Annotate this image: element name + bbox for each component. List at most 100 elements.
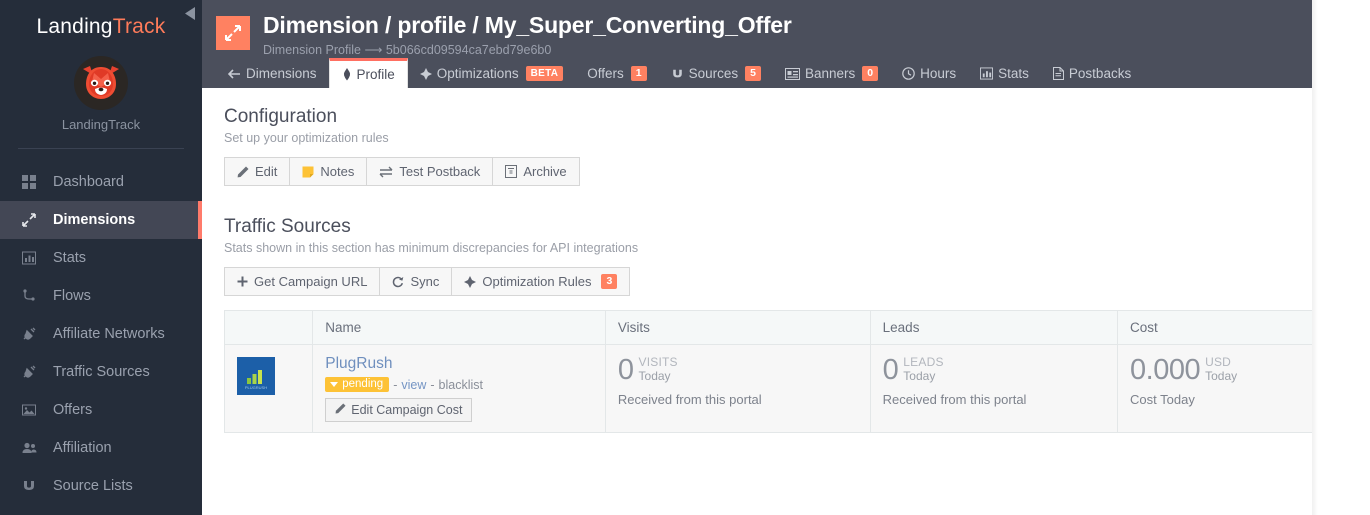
cost-units: USD Today — [1205, 355, 1237, 384]
pencil-icon — [335, 403, 346, 417]
tab-dimensions[interactable]: Dimensions — [216, 59, 329, 88]
table-header-row: Name Visits Leads Cost Earnings — [223, 310, 1370, 345]
content-area: Configuration Set up your optimization r… — [202, 88, 1370, 433]
breadcrumb-label: Dimension Profile — [263, 43, 361, 57]
sidebar-item-label: Flows — [53, 288, 91, 304]
test-postback-button[interactable]: Test Postback — [366, 157, 494, 186]
tab-bar: Dimensions Profile Optimizations BETA Of… — [216, 58, 1370, 88]
refresh-icon — [392, 276, 404, 288]
grid-icon — [22, 175, 44, 189]
table-body: PLUGRUSH PlugRush pending - view - black… — [223, 344, 1370, 433]
sidebar-item-offers[interactable]: Offers — [0, 391, 202, 429]
visits-caption: Received from this portal — [617, 392, 762, 407]
app-root: LandingTrack LandingTrack Dashboard Dime… — [0, 0, 1370, 515]
magnet-icon — [671, 68, 684, 80]
leads-units: LEADS Today — [903, 355, 944, 384]
plus-icon — [237, 276, 248, 287]
section-title-traffic-sources: Traffic Sources — [224, 216, 351, 237]
sidebar-item-affiliate-networks[interactable]: Affiliate Networks — [0, 315, 202, 353]
button-label: Edit — [255, 164, 278, 179]
tab-profile[interactable]: Profile — [328, 58, 408, 88]
tab-hours[interactable]: Hours — [890, 59, 968, 88]
cell-leads: 0 LEADS Today Received from this portal — [870, 344, 1119, 433]
visits-value: 0 — [617, 354, 634, 386]
button-label: Edit Campaign Cost — [351, 403, 463, 417]
chevron-down-icon — [330, 381, 339, 387]
view-link[interactable]: view — [401, 378, 426, 392]
sidebar-item-dashboard[interactable]: Dashboard — [0, 163, 202, 201]
file-icon — [1052, 67, 1064, 80]
leads-stat: 0 LEADS Today — [883, 355, 1105, 385]
cell-logo: PLUGRUSH — [223, 344, 314, 433]
tab-badge-count: 0 — [862, 66, 879, 81]
cost-currency-label: USD — [1205, 355, 1232, 369]
brand-first: Landing — [36, 15, 113, 38]
tab-banners[interactable]: Banners 0 — [773, 59, 890, 88]
column-header-leads[interactable]: Leads — [870, 310, 1119, 345]
sidebar-item-flows[interactable]: Flows — [0, 277, 202, 315]
pencil-icon — [237, 166, 249, 178]
sidebar-item-affiliation[interactable]: Affiliation — [0, 429, 202, 467]
column-header-name[interactable]: Name — [312, 310, 606, 345]
id-card-icon — [785, 67, 800, 80]
sticky-note-icon — [302, 166, 314, 178]
section-subtitle-configuration: Set up your optimization rules — [224, 131, 389, 145]
cell-visits: 0 VISITS Today Received from this portal — [605, 344, 871, 433]
branch-icon — [22, 289, 44, 303]
optimization-rules-badge: 3 — [601, 274, 618, 289]
tag-icon — [342, 68, 352, 81]
sidebar-item-label: Offers — [53, 402, 93, 418]
edit-campaign-cost-button[interactable]: Edit Campaign Cost — [325, 398, 473, 422]
leads-unit-label: LEADS — [903, 355, 944, 369]
red-panda-glyph — [83, 66, 119, 99]
collapse-left-icon[interactable] — [182, 5, 198, 21]
tab-stats[interactable]: Stats — [968, 59, 1041, 88]
sidebar-item-stats[interactable]: Stats — [0, 239, 202, 277]
sync-button[interactable]: Sync — [379, 267, 453, 296]
sidebar-item-source-lists[interactable]: Source Lists — [0, 467, 202, 505]
earnings-caption: Earnings Today — [1352, 392, 1370, 407]
separator: - — [393, 377, 398, 392]
status-badge[interactable]: pending — [325, 377, 390, 392]
get-campaign-url-button[interactable]: Get Campaign URL — [224, 267, 381, 296]
visits-unit-label: VISITS — [638, 355, 678, 369]
sidebar-nav: Dashboard Dimensions Stats Flows Affilia… — [0, 163, 202, 505]
sidebar-item-traffic-sources[interactable]: Traffic Sources — [0, 353, 202, 391]
archive-button[interactable]: Archive — [492, 157, 580, 186]
users-icon — [22, 441, 44, 455]
column-header-visits[interactable]: Visits — [605, 310, 871, 345]
breadcrumb-id: 5b066cd09594ca7ebd79e6b0 — [385, 43, 552, 57]
sidebar-item-label: Traffic Sources — [53, 364, 150, 380]
column-header-cost[interactable]: Cost — [1117, 310, 1341, 345]
optimization-rules-button[interactable]: Optimization Rules 3 — [451, 267, 631, 296]
edit-button[interactable]: Edit — [224, 157, 291, 186]
bar-chart-icon — [22, 251, 44, 265]
traffic-sources-table-wrap: Name Visits Leads Cost Earnings — [223, 310, 1370, 433]
configuration-section: Configuration Set up your optimization r… — [224, 106, 1370, 186]
tab-optimizations[interactable]: Optimizations BETA — [408, 59, 575, 88]
brand[interactable]: LandingTrack — [0, 0, 202, 44]
tab-postbacks[interactable]: Postbacks — [1041, 59, 1143, 88]
separator: - — [430, 377, 435, 392]
blacklist-link[interactable]: blacklist — [439, 378, 483, 392]
source-name-link[interactable]: PlugRush — [325, 355, 593, 373]
breadcrumb-arrow-icon: ⟶ — [364, 43, 383, 57]
tab-offers[interactable]: Offers 1 — [575, 59, 658, 88]
tab-sources[interactable]: Sources 5 — [659, 59, 773, 88]
brand-second: Track — [112, 15, 166, 38]
arrow-left-icon — [228, 68, 241, 79]
sidebar-item-dimensions[interactable]: Dimensions — [0, 201, 202, 239]
button-label: Archive — [523, 164, 567, 179]
column-header-logo[interactable] — [223, 310, 314, 345]
plugrush-logo-icon: PLUGRUSH — [237, 357, 275, 395]
section-subtitle-traffic-sources: Stats shown in this section has minimum … — [224, 241, 639, 255]
clock-icon — [902, 67, 915, 80]
title-text-block: Dimension / profile / My_Super_Convertin… — [263, 12, 792, 57]
column-header-earnings[interactable]: Earnings — [1340, 310, 1370, 345]
title-row: Dimension / profile / My_Super_Convertin… — [216, 12, 1370, 57]
traffic-sources-section: Traffic Sources Stats shown in this sect… — [223, 216, 1370, 433]
notes-button[interactable]: Notes — [289, 157, 368, 186]
tab-label: Optimizations — [436, 66, 519, 81]
cell-name: PlugRush pending - view - blacklist Edit… — [312, 344, 606, 433]
tab-badge-count: 5 — [745, 66, 761, 81]
